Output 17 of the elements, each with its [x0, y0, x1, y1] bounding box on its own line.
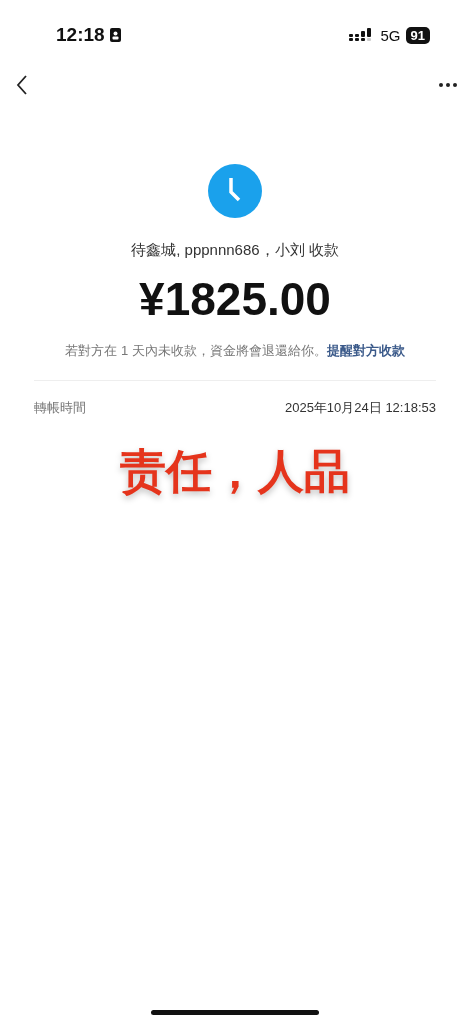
refund-notice: 若對方在 1 天內未收款，資金將會退還給你。提醒對方收款 [65, 342, 405, 360]
network-label: 5G [380, 26, 401, 44]
status-time: 12:18 [56, 24, 105, 46]
amount: ¥1825.00 [139, 272, 331, 326]
more-icon [438, 82, 458, 88]
contact-card-icon [109, 28, 121, 42]
overlay-caption: 责任，人品 [119, 444, 351, 499]
detail-label: 轉帳時間 [34, 399, 86, 417]
detail-value: 2025年10月24日 12:18:53 [284, 399, 436, 417]
more-button[interactable] [436, 80, 460, 90]
clock-icon [208, 164, 262, 218]
back-button[interactable] [14, 73, 30, 97]
remind-link[interactable]: 提醒對方收款 [326, 343, 405, 358]
back-icon [16, 75, 28, 95]
signal-icon [348, 28, 373, 42]
battery-level: 91 [405, 26, 430, 44]
payee-text: 待鑫城, pppnnn686，小刘 收款 [131, 241, 339, 260]
